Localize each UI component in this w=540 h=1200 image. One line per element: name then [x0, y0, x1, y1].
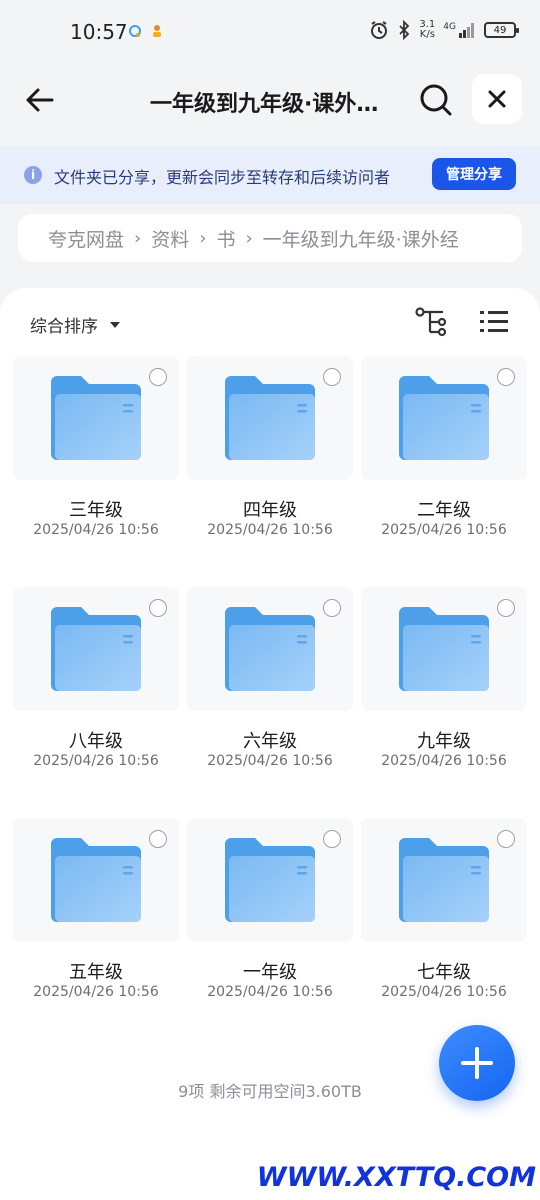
- top-nav-bar: 一年级到九年级·课外经典读物: [0, 70, 540, 130]
- folder-icon: [399, 376, 489, 460]
- folder-item[interactable]: 九年级 2025/04/26 10:56: [361, 587, 527, 818]
- breadcrumb: 夸克网盘 › 资料 › 书 › 一年级到九年级·课外经: [18, 214, 522, 262]
- breadcrumb-item-root[interactable]: 夸克网盘: [48, 225, 124, 252]
- folder-item[interactable]: 四年级 2025/04/26 10:56: [187, 356, 353, 587]
- cellular-signal: 4G: [443, 22, 476, 38]
- plus-icon: [461, 1047, 493, 1079]
- network-speed: 3.1 K/s: [419, 20, 435, 40]
- select-checkbox[interactable]: [497, 599, 515, 617]
- select-checkbox[interactable]: [323, 599, 341, 617]
- folder-thumbnail[interactable]: [187, 356, 353, 480]
- share-notice-banner: i 文件夹已分享，更新会同步至转存和后续访问者 管理分享: [0, 146, 540, 204]
- sort-dropdown[interactable]: 综合排序: [30, 312, 120, 337]
- battery-level: 49: [493, 24, 507, 36]
- folder-item[interactable]: 八年级 2025/04/26 10:56: [13, 587, 179, 818]
- folder-icon: [225, 838, 315, 922]
- select-checkbox[interactable]: [497, 368, 515, 386]
- sort-label: 综合排序: [30, 317, 98, 337]
- search-icon[interactable]: [418, 82, 454, 118]
- back-arrow-icon[interactable]: [22, 82, 58, 118]
- folder-thumbnail[interactable]: [361, 587, 527, 711]
- select-checkbox[interactable]: [149, 599, 167, 617]
- folder-icon: [225, 607, 315, 691]
- folder-date: 2025/04/26 10:56: [381, 522, 507, 538]
- folder-name: 九年级: [417, 731, 471, 752]
- network-type: 4G: [443, 22, 456, 32]
- app-notification-icon: [153, 25, 161, 37]
- folder-thumbnail[interactable]: [361, 818, 527, 942]
- breadcrumb-item-current[interactable]: 一年级到九年级·课外经: [263, 225, 459, 252]
- folder-icon: [51, 838, 141, 922]
- network-speed-unit: K/s: [419, 29, 435, 40]
- folder-item[interactable]: 二年级 2025/04/26 10:56: [361, 356, 527, 587]
- folder-name: 八年级: [69, 731, 123, 752]
- folder-icon: [399, 607, 489, 691]
- folder-thumbnail[interactable]: [187, 587, 353, 711]
- signal-bars-icon: [459, 23, 474, 38]
- info-icon: i: [24, 166, 42, 184]
- status-time: 10:57: [70, 20, 128, 44]
- folder-name: 三年级: [69, 500, 123, 521]
- app-screen: 10:57 3.1 K/s 4G 49 一年级到九年级·课外经 i 文件夹已分享…: [0, 0, 540, 1200]
- folder-date: 2025/04/26 10:56: [33, 984, 159, 1000]
- page-title: 一年级到九年级·课外经典读物: [150, 92, 390, 117]
- alarm-icon: [371, 21, 388, 39]
- folder-thumbnail[interactable]: [187, 818, 353, 942]
- status-indicators: 3.1 K/s 4G 49: [369, 20, 519, 40]
- battery-indicator: 49: [484, 22, 519, 38]
- folder-name: 五年级: [69, 962, 123, 983]
- chevron-right-icon: ›: [134, 227, 142, 249]
- folder-date: 2025/04/26 10:56: [33, 753, 159, 769]
- close-icon: [488, 90, 506, 108]
- caret-down-icon: [110, 321, 120, 328]
- watermark-text: WWW.XXTTQ.COM: [256, 1162, 536, 1193]
- select-checkbox[interactable]: [149, 368, 167, 386]
- list-view-icon[interactable]: [478, 306, 510, 338]
- folder-date: 2025/04/26 10:56: [381, 753, 507, 769]
- folder-item[interactable]: 五年级 2025/04/26 10:56: [13, 818, 179, 1049]
- folder-thumbnail[interactable]: [13, 818, 179, 942]
- close-button[interactable]: [472, 74, 522, 124]
- folder-name: 六年级: [243, 731, 297, 752]
- folder-name: 四年级: [243, 500, 297, 521]
- status-bar: 10:57 3.1 K/s 4G 49: [0, 0, 540, 64]
- share-notice-text: 文件夹已分享，更新会同步至转存和后续访问者: [54, 168, 391, 187]
- breadcrumb-item-books[interactable]: 书: [216, 225, 235, 252]
- folder-date: 2025/04/26 10:56: [381, 984, 507, 1000]
- folder-thumbnail[interactable]: [13, 356, 179, 480]
- folder-name: 二年级: [417, 500, 471, 521]
- select-checkbox[interactable]: [323, 830, 341, 848]
- folder-thumbnail[interactable]: [361, 356, 527, 480]
- tree-view-icon[interactable]: [414, 306, 448, 338]
- chevron-right-icon: ›: [245, 227, 253, 249]
- folder-date: 2025/04/26 10:56: [33, 522, 159, 538]
- folder-icon: [51, 376, 141, 460]
- folder-name: 七年级: [417, 962, 471, 983]
- chevron-right-icon: ›: [199, 227, 207, 249]
- bluetooth-icon: [399, 20, 410, 40]
- folder-icon: [225, 376, 315, 460]
- breadcrumb-item-materials[interactable]: 资料: [151, 225, 189, 252]
- folder-icon: [51, 607, 141, 691]
- folder-date: 2025/04/26 10:56: [207, 753, 333, 769]
- select-checkbox[interactable]: [323, 368, 341, 386]
- chat-notification-icon: [129, 25, 141, 37]
- folder-date: 2025/04/26 10:56: [207, 522, 333, 538]
- folder-name: 一年级: [243, 962, 297, 983]
- add-button[interactable]: [439, 1025, 515, 1101]
- select-checkbox[interactable]: [497, 830, 515, 848]
- folder-item[interactable]: 七年级 2025/04/26 10:56: [361, 818, 527, 1049]
- select-checkbox[interactable]: [149, 830, 167, 848]
- folder-grid: 三年级 2025/04/26 10:56 四年级 2025/04/26 10:5…: [13, 356, 527, 1049]
- folder-icon: [399, 838, 489, 922]
- manage-share-button[interactable]: 管理分享: [432, 158, 516, 190]
- folder-item[interactable]: 一年级 2025/04/26 10:56: [187, 818, 353, 1049]
- folder-date: 2025/04/26 10:56: [207, 984, 333, 1000]
- folder-item[interactable]: 六年级 2025/04/26 10:56: [187, 587, 353, 818]
- folder-thumbnail[interactable]: [13, 587, 179, 711]
- folder-item[interactable]: 三年级 2025/04/26 10:56: [13, 356, 179, 587]
